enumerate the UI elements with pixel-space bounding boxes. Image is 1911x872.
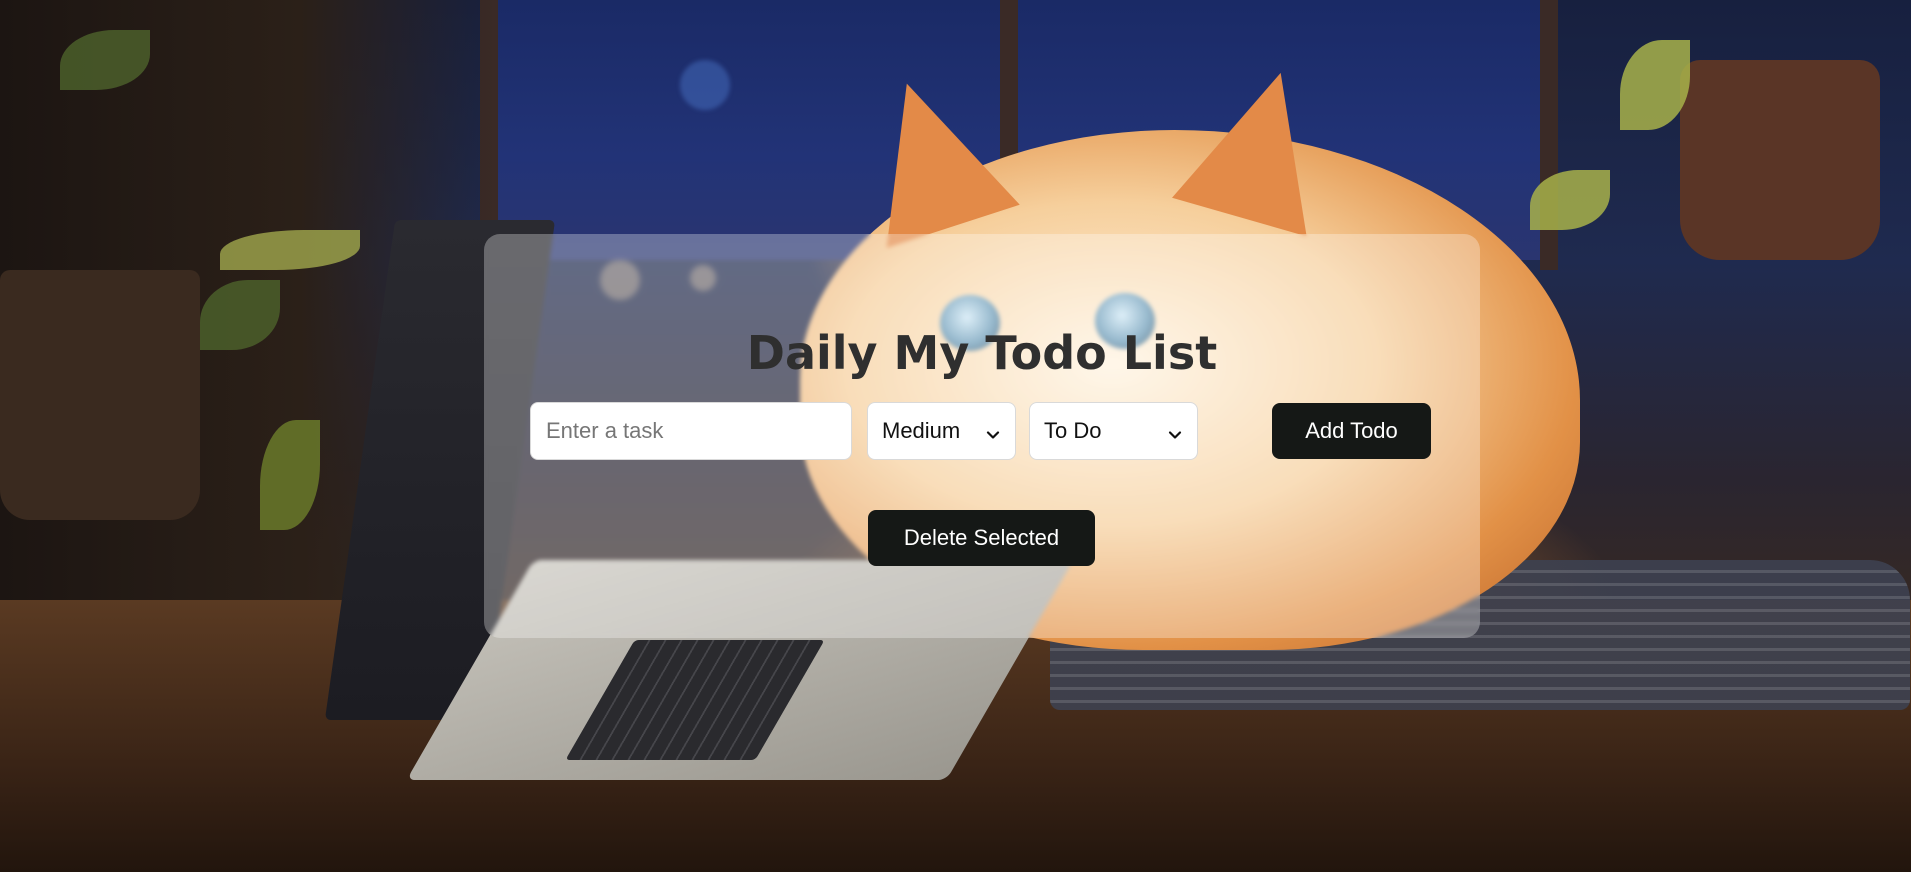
chevron-down-icon (985, 423, 1001, 439)
delete-selected-button[interactable]: Delete Selected (868, 510, 1095, 566)
plant-pot (0, 270, 200, 520)
priority-select-value: Medium (882, 418, 961, 443)
priority-select[interactable]: Medium (867, 402, 1016, 460)
plant-pot (1680, 60, 1880, 260)
task-input[interactable] (530, 402, 852, 460)
page-title: Daily My Todo List (746, 326, 1218, 380)
bokeh-light (680, 60, 730, 110)
todo-panel: Daily My Todo List Medium To Do Add Todo… (484, 234, 1480, 638)
status-select-value: To Do (1044, 418, 1102, 443)
background-scene: Daily My Todo List Medium To Do Add Todo… (0, 0, 1911, 872)
status-select[interactable]: To Do (1029, 402, 1198, 460)
add-todo-button[interactable]: Add Todo (1272, 403, 1431, 459)
chevron-down-icon (1167, 423, 1183, 439)
